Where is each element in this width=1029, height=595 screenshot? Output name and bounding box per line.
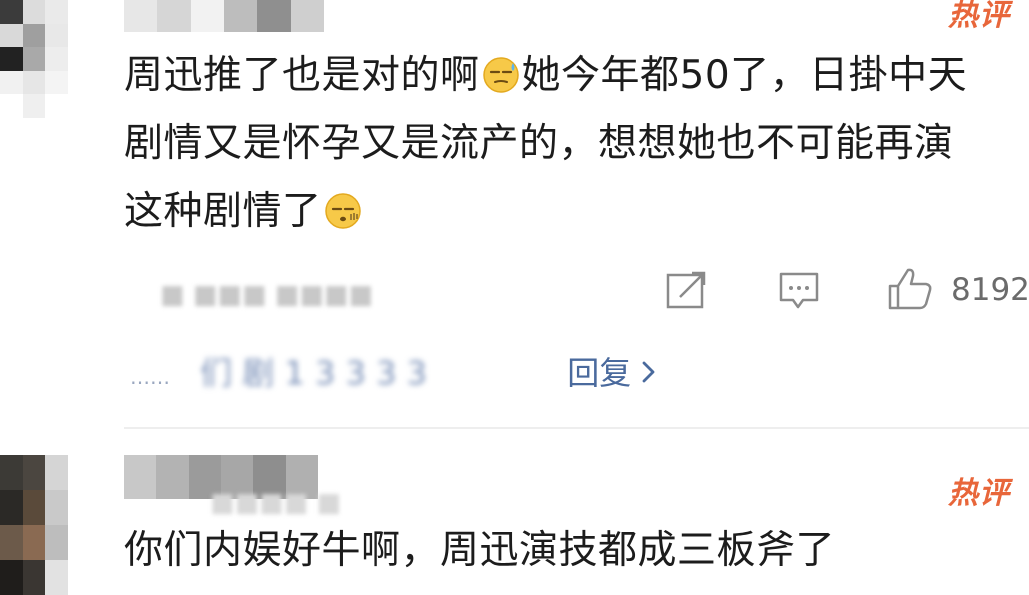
comment-line: 她今年都50了，日掛中天	[521, 53, 968, 98]
like-count: 8192	[951, 272, 1029, 308]
comment-meta: ■■■■ ■	[210, 488, 342, 518]
comment-line: 周迅推了也是对的啊	[124, 53, 480, 98]
sleepy-emoji	[324, 184, 362, 229]
chevron-right-icon	[641, 354, 657, 392]
comment-line: 这种剧情了	[124, 189, 322, 234]
thumbs-up-icon[interactable]	[886, 266, 934, 316]
reply-label: 回复	[567, 354, 632, 392]
comment-icon[interactable]	[778, 271, 820, 315]
comment-divider	[124, 427, 1029, 429]
repost-icon[interactable]	[666, 271, 708, 313]
comment-body: 你们内娱好牛啊，周迅演技都成三板斧了	[124, 517, 835, 585]
comment-body: 周迅推了也是对的啊 她今年都50了，日掛中天 剧情又是怀孕又是流产的，想想她也不可…	[124, 42, 967, 246]
comment-line: 剧情又是怀孕又是流产的，想想她也不可能再演	[124, 121, 954, 166]
avatar[interactable]	[0, 455, 68, 595]
comment-line: 你们内娱好牛啊，周迅演技都成三板斧了	[124, 528, 836, 573]
reply-count-text: 们 剧 1 3 3 3 3	[200, 354, 428, 392]
sweat-smile-emoji	[482, 48, 520, 93]
hot-comment-badge: 热评	[948, 476, 1010, 511]
username[interactable]	[124, 0, 324, 32]
avatar[interactable]	[0, 0, 68, 118]
reply-prefix: ……	[130, 365, 170, 389]
view-replies-link[interactable]: …… 们 剧 1 3 3 3 3 回复	[130, 348, 657, 394]
hot-comment-badge: 热评	[948, 0, 1010, 33]
comment-meta: ■ ■■■ ■■■■	[160, 280, 374, 310]
